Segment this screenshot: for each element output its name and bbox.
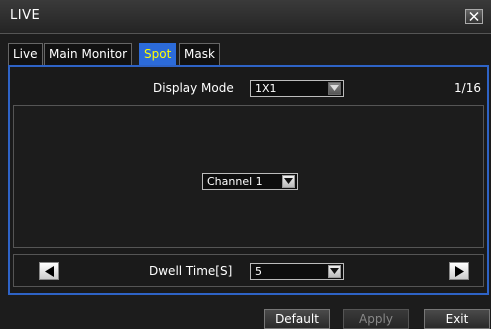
prev-button[interactable] [39,262,59,280]
apply-button[interactable]: Apply [343,309,409,329]
dwell-time-select[interactable]: 5 [250,263,344,280]
tab-main-monitor[interactable]: Main Monitor [44,43,133,65]
tab-mask[interactable]: Mask [179,43,220,65]
spot-preview-area: Channel 1 [13,105,484,248]
next-button[interactable] [449,262,469,280]
default-button[interactable]: Default [264,309,330,329]
window-title: LIVE [10,8,41,23]
chevron-down-icon [330,268,339,274]
dwell-time-dropdown-arrow[interactable] [328,265,341,278]
display-mode-dropdown-arrow[interactable] [328,82,341,95]
chevron-down-icon [330,85,339,91]
page-indicator: 1/16 [454,81,481,95]
channel-select[interactable]: Channel 1 [202,173,298,190]
channel-dropdown-arrow[interactable] [282,175,295,188]
channel-value: Channel 1 [207,175,263,188]
spot-panel: Display Mode 1X1 1/16 Channel 1 Dwell Ti… [8,65,489,295]
title-bar: LIVE [0,0,491,34]
dwell-time-value: 5 [255,265,262,278]
triangle-right-icon [455,266,464,277]
chevron-down-icon [284,178,293,184]
display-mode-select[interactable]: 1X1 [250,80,344,97]
display-mode-label: Display Mode [153,81,234,95]
tab-live[interactable]: Live [8,43,43,65]
dwell-nav-bar: Dwell Time[S] 5 [13,254,484,287]
dwell-time-label: Dwell Time[S] [149,264,233,278]
display-mode-value: 1X1 [255,82,277,95]
exit-button[interactable]: Exit [424,309,490,329]
close-icon [469,12,479,21]
close-button[interactable] [465,9,483,24]
tab-spot[interactable]: Spot [139,43,177,65]
triangle-left-icon [45,266,54,277]
